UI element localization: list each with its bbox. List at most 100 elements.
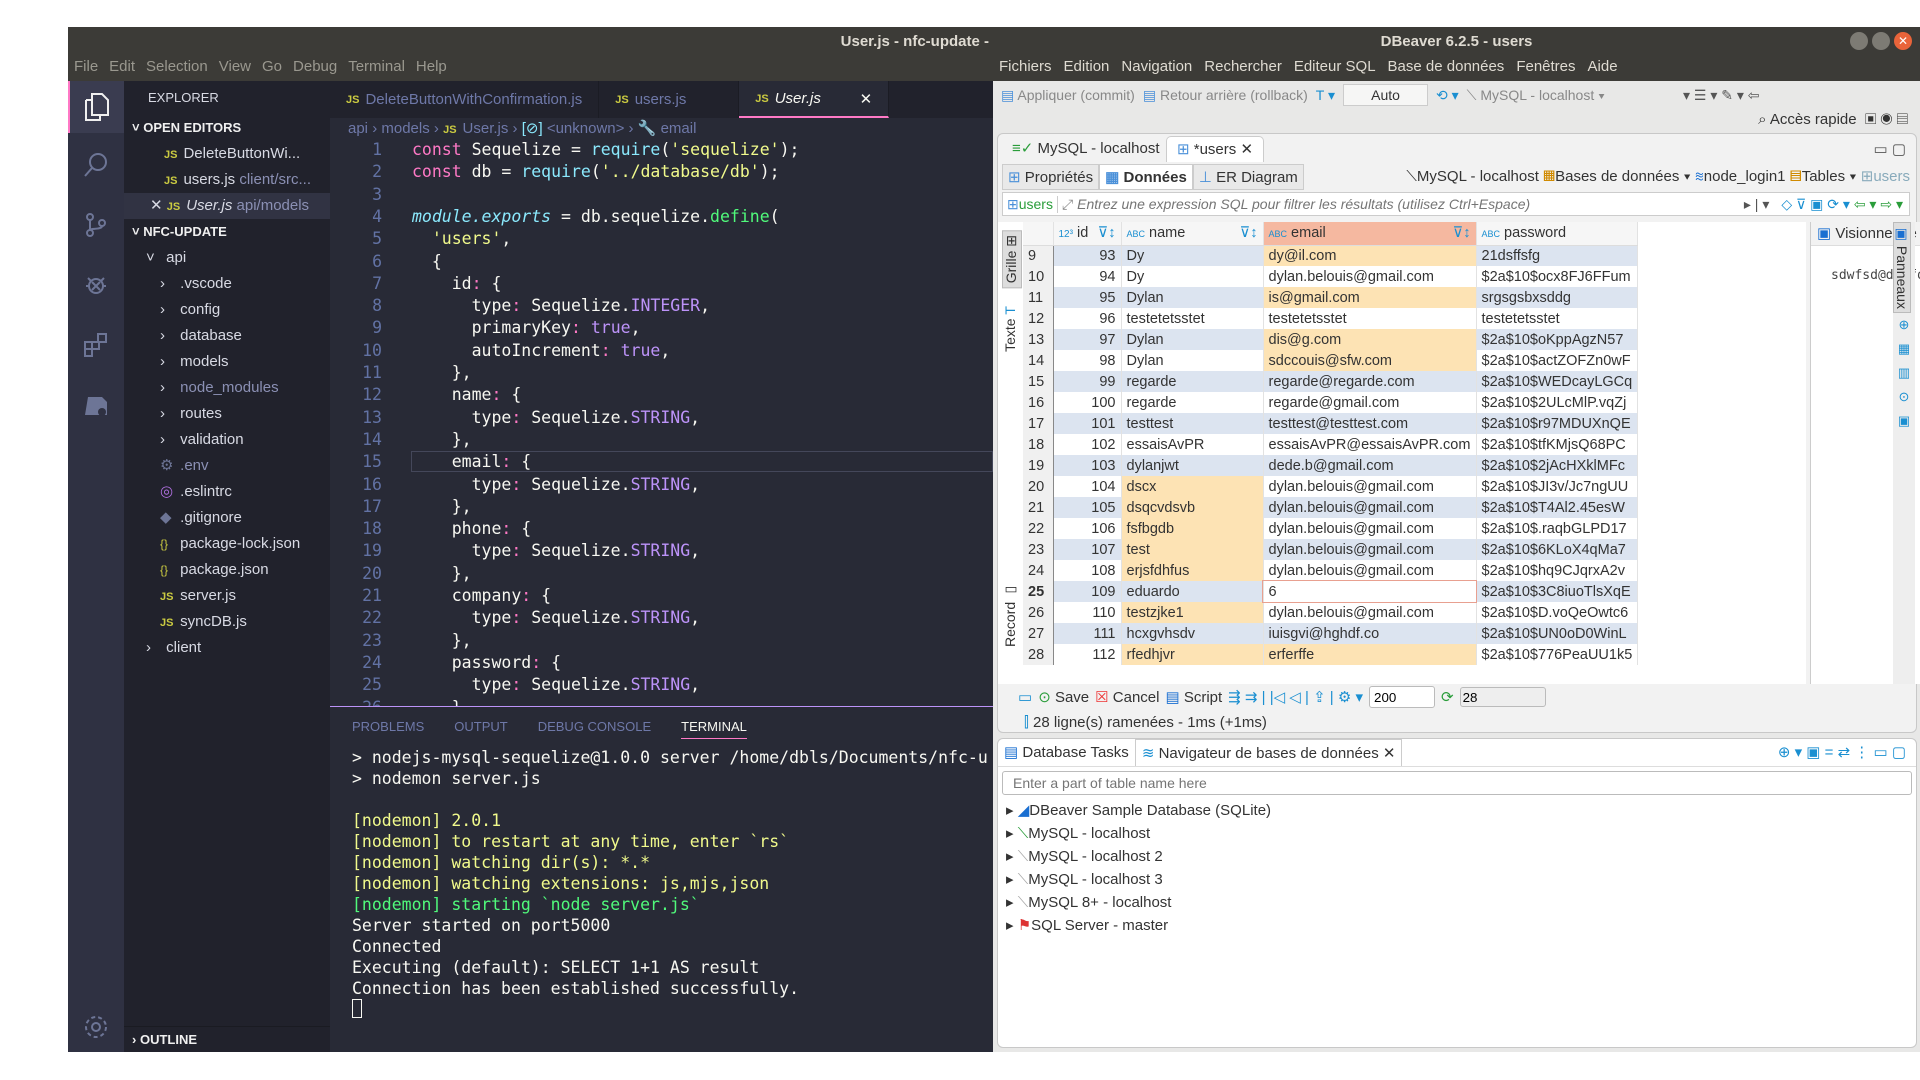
row-number[interactable]: 24: [1023, 560, 1054, 581]
row-number[interactable]: 21: [1023, 497, 1054, 518]
navigator-connection[interactable]: ▸ ⟍MySQL - localhost 2: [1006, 847, 1163, 865]
record-view-tab[interactable]: Record ▭: [1002, 582, 1022, 647]
menu-file[interactable]: File: [74, 58, 98, 79]
cell-name[interactable]: Dylan: [1121, 329, 1264, 350]
cell-password[interactable]: $2a$10$6KLoX4qMa7: [1476, 539, 1639, 560]
table-row[interactable]: 9 93 Dy dy@il.com 21dsffsfg: [1023, 245, 1639, 266]
cell-password[interactable]: $2a$10$2jAcHXklMFc: [1476, 455, 1639, 476]
path-connection[interactable]: ⟍MySQL - localhost: [1406, 168, 1539, 185]
navigator-connection[interactable]: ▸ ⟍MySQL - localhost: [1006, 824, 1150, 842]
cell-email[interactable]: dis@g.com: [1263, 329, 1477, 350]
table-row[interactable]: 10 94 Dy dylan.belouis@gmail.com $2a$10$ocx8…: [1023, 266, 1639, 287]
cell-id[interactable]: 93: [1053, 245, 1122, 266]
menu-terminal[interactable]: Terminal: [348, 58, 405, 79]
row-number[interactable]: 11: [1023, 287, 1054, 308]
cell-password[interactable]: $2a$10$tfKMjsQ68PC: [1476, 434, 1639, 455]
tab-database-navigator[interactable]: ≋ Navigateur de bases de données ✕: [1134, 739, 1403, 766]
source-control-icon[interactable]: [68, 199, 124, 251]
menu-view[interactable]: View: [219, 58, 251, 79]
expand-arrow-icon[interactable]: ▸: [1006, 894, 1014, 911]
crumb-file[interactable]: User.js: [463, 120, 509, 137]
project-header[interactable]: ˅ NFC-UPDATE: [124, 219, 330, 245]
path-table[interactable]: users: [1873, 168, 1910, 185]
table-row[interactable]: 12 96 testetetsstet testetetsstet testetetss…: [1023, 308, 1639, 329]
row-number[interactable]: 10: [1023, 266, 1054, 287]
cell-email[interactable]: dylan.belouis@gmail.com: [1263, 266, 1477, 287]
cell-email[interactable]: sdccouis@sfw.com: [1263, 350, 1477, 371]
transaction-mode[interactable]: Auto: [1343, 84, 1429, 106]
column-header-name[interactable]: ABC name ⊽↕: [1121, 222, 1264, 246]
tree-item[interactable]: ◎ .eslintrc: [124, 479, 330, 505]
cell-name[interactable]: Dylan: [1121, 350, 1264, 371]
open-editor-item[interactable]: JS users.js client/src...: [124, 167, 330, 193]
column-header-id[interactable]: 12³ id ⊽↕: [1053, 222, 1122, 246]
crumb-models[interactable]: models: [381, 120, 429, 137]
row-number[interactable]: 14: [1023, 350, 1054, 371]
cell-id[interactable]: 107: [1053, 539, 1122, 560]
dbeaver-menu-item[interactable]: Base de données: [1388, 58, 1505, 79]
tree-item[interactable]: › models: [124, 349, 330, 375]
cell-name[interactable]: hcxgvhsdv: [1121, 623, 1264, 644]
cell-id[interactable]: 106: [1053, 518, 1122, 539]
close-window-button[interactable]: ✕: [1894, 32, 1912, 50]
cell-id[interactable]: 104: [1053, 476, 1122, 497]
tree-item[interactable]: › validation: [124, 427, 330, 453]
tree-item[interactable]: › node_modules: [124, 375, 330, 401]
cell-email-editor[interactable]: 6: [1262, 580, 1477, 603]
cell-password[interactable]: srgsgsbxsddg: [1476, 287, 1639, 308]
row-number[interactable]: 27: [1023, 623, 1054, 644]
path-databases[interactable]: Bases de données: [1555, 168, 1679, 185]
dbeaver-menu-item[interactable]: Fichiers: [999, 58, 1052, 79]
cell-id[interactable]: 101: [1053, 413, 1122, 434]
navigator-toolbar[interactable]: ⊕ ▾ ▣ = ⇄ ⋮ ▭ ▢: [1768, 739, 1916, 766]
editor-tab-users[interactable]: ⊞ *users ✕: [1166, 136, 1265, 162]
text-view-tab[interactable]: Texte T: [1002, 306, 1022, 352]
cell-password[interactable]: 21dsffsfg: [1476, 245, 1639, 266]
cell-name[interactable]: dylanjwt: [1121, 455, 1264, 476]
cell-password[interactable]: $2a$10$r97MDUXnQE: [1476, 413, 1639, 434]
row-number[interactable]: 23: [1023, 539, 1054, 560]
row-number[interactable]: 13: [1023, 329, 1054, 350]
cell-password[interactable]: $2a$10$hq9CJqrxA2v: [1476, 560, 1639, 581]
fetch-size-input[interactable]: [1369, 686, 1436, 708]
cell-email[interactable]: erferffe: [1263, 644, 1477, 665]
tree-item[interactable]: {} package.json: [124, 557, 330, 583]
cell-email[interactable]: testetetsstet: [1263, 308, 1477, 329]
menu-selection[interactable]: Selection: [146, 58, 208, 79]
cell-name[interactable]: essaisAvPR: [1121, 434, 1264, 455]
cell-password[interactable]: $2a$10$T4Al2.45esW: [1476, 497, 1639, 518]
cell-id[interactable]: 98: [1053, 350, 1122, 371]
cell-name[interactable]: Dylan: [1121, 287, 1264, 308]
table-row[interactable]: 13 97 Dylan dis@g.com $2a$10$oKppAgzN57: [1023, 329, 1639, 350]
tree-item[interactable]: › .vscode: [124, 271, 330, 297]
table-row[interactable]: 11 95 Dylan is@gmail.com srgsgsbxsddg: [1023, 287, 1639, 308]
cell-id[interactable]: 102: [1053, 434, 1122, 455]
live-share-icon[interactable]: [68, 379, 124, 431]
table-row[interactable]: 26 110 testzjke1 dylan.belouis@gmail.com $2a…: [1023, 602, 1639, 623]
refresh-icon[interactable]: ⟳: [1441, 688, 1454, 706]
dbeaver-menu-item[interactable]: Aide: [1588, 58, 1618, 79]
close-tab-icon[interactable]: ✕: [860, 90, 873, 108]
dbeaver-menu-item[interactable]: Editeur SQL: [1294, 58, 1376, 79]
rollback-button[interactable]: ▤ Retour arrière (rollback): [1143, 87, 1308, 104]
row-number[interactable]: 16: [1023, 392, 1054, 413]
row-number[interactable]: 18: [1023, 434, 1054, 455]
table-row[interactable]: 28 112 rfedhjvr erferffe $2a$10$776PeaUU1k5: [1023, 644, 1639, 665]
table-row[interactable]: 21 105 dsqcvdsvb dylan.belouis@gmail.com $2a…: [1023, 497, 1639, 518]
cell-password[interactable]: $2a$10$ocx8FJ6FFum: [1476, 266, 1639, 287]
panel-tab-problems[interactable]: PROBLEMS: [352, 719, 424, 739]
subtab-er-diagram[interactable]: ⊥ ER Diagram: [1192, 164, 1304, 190]
tree-item[interactable]: JS syncDB.js: [124, 609, 330, 635]
dbeaver-menu-item[interactable]: Fenêtres: [1516, 58, 1575, 79]
cell-name[interactable]: testzjke1: [1121, 602, 1264, 623]
cell-id[interactable]: 97: [1053, 329, 1122, 350]
editor-tab-connection[interactable]: ≡✓ MySQL - localhost: [1002, 136, 1170, 162]
subtab-data[interactable]: ▦ Données: [1099, 164, 1193, 190]
cell-password[interactable]: $2a$10$actZOFZn0wF: [1476, 350, 1639, 371]
script-button[interactable]: ▤ Script: [1165, 688, 1222, 706]
column-header-email[interactable]: ABC email ⊽↕: [1263, 222, 1477, 246]
cell-id[interactable]: 105: [1053, 497, 1122, 518]
panel-tab-output[interactable]: OUTPUT: [454, 719, 507, 739]
tree-item[interactable]: › client: [124, 635, 330, 661]
row-number[interactable]: 17: [1023, 413, 1054, 434]
